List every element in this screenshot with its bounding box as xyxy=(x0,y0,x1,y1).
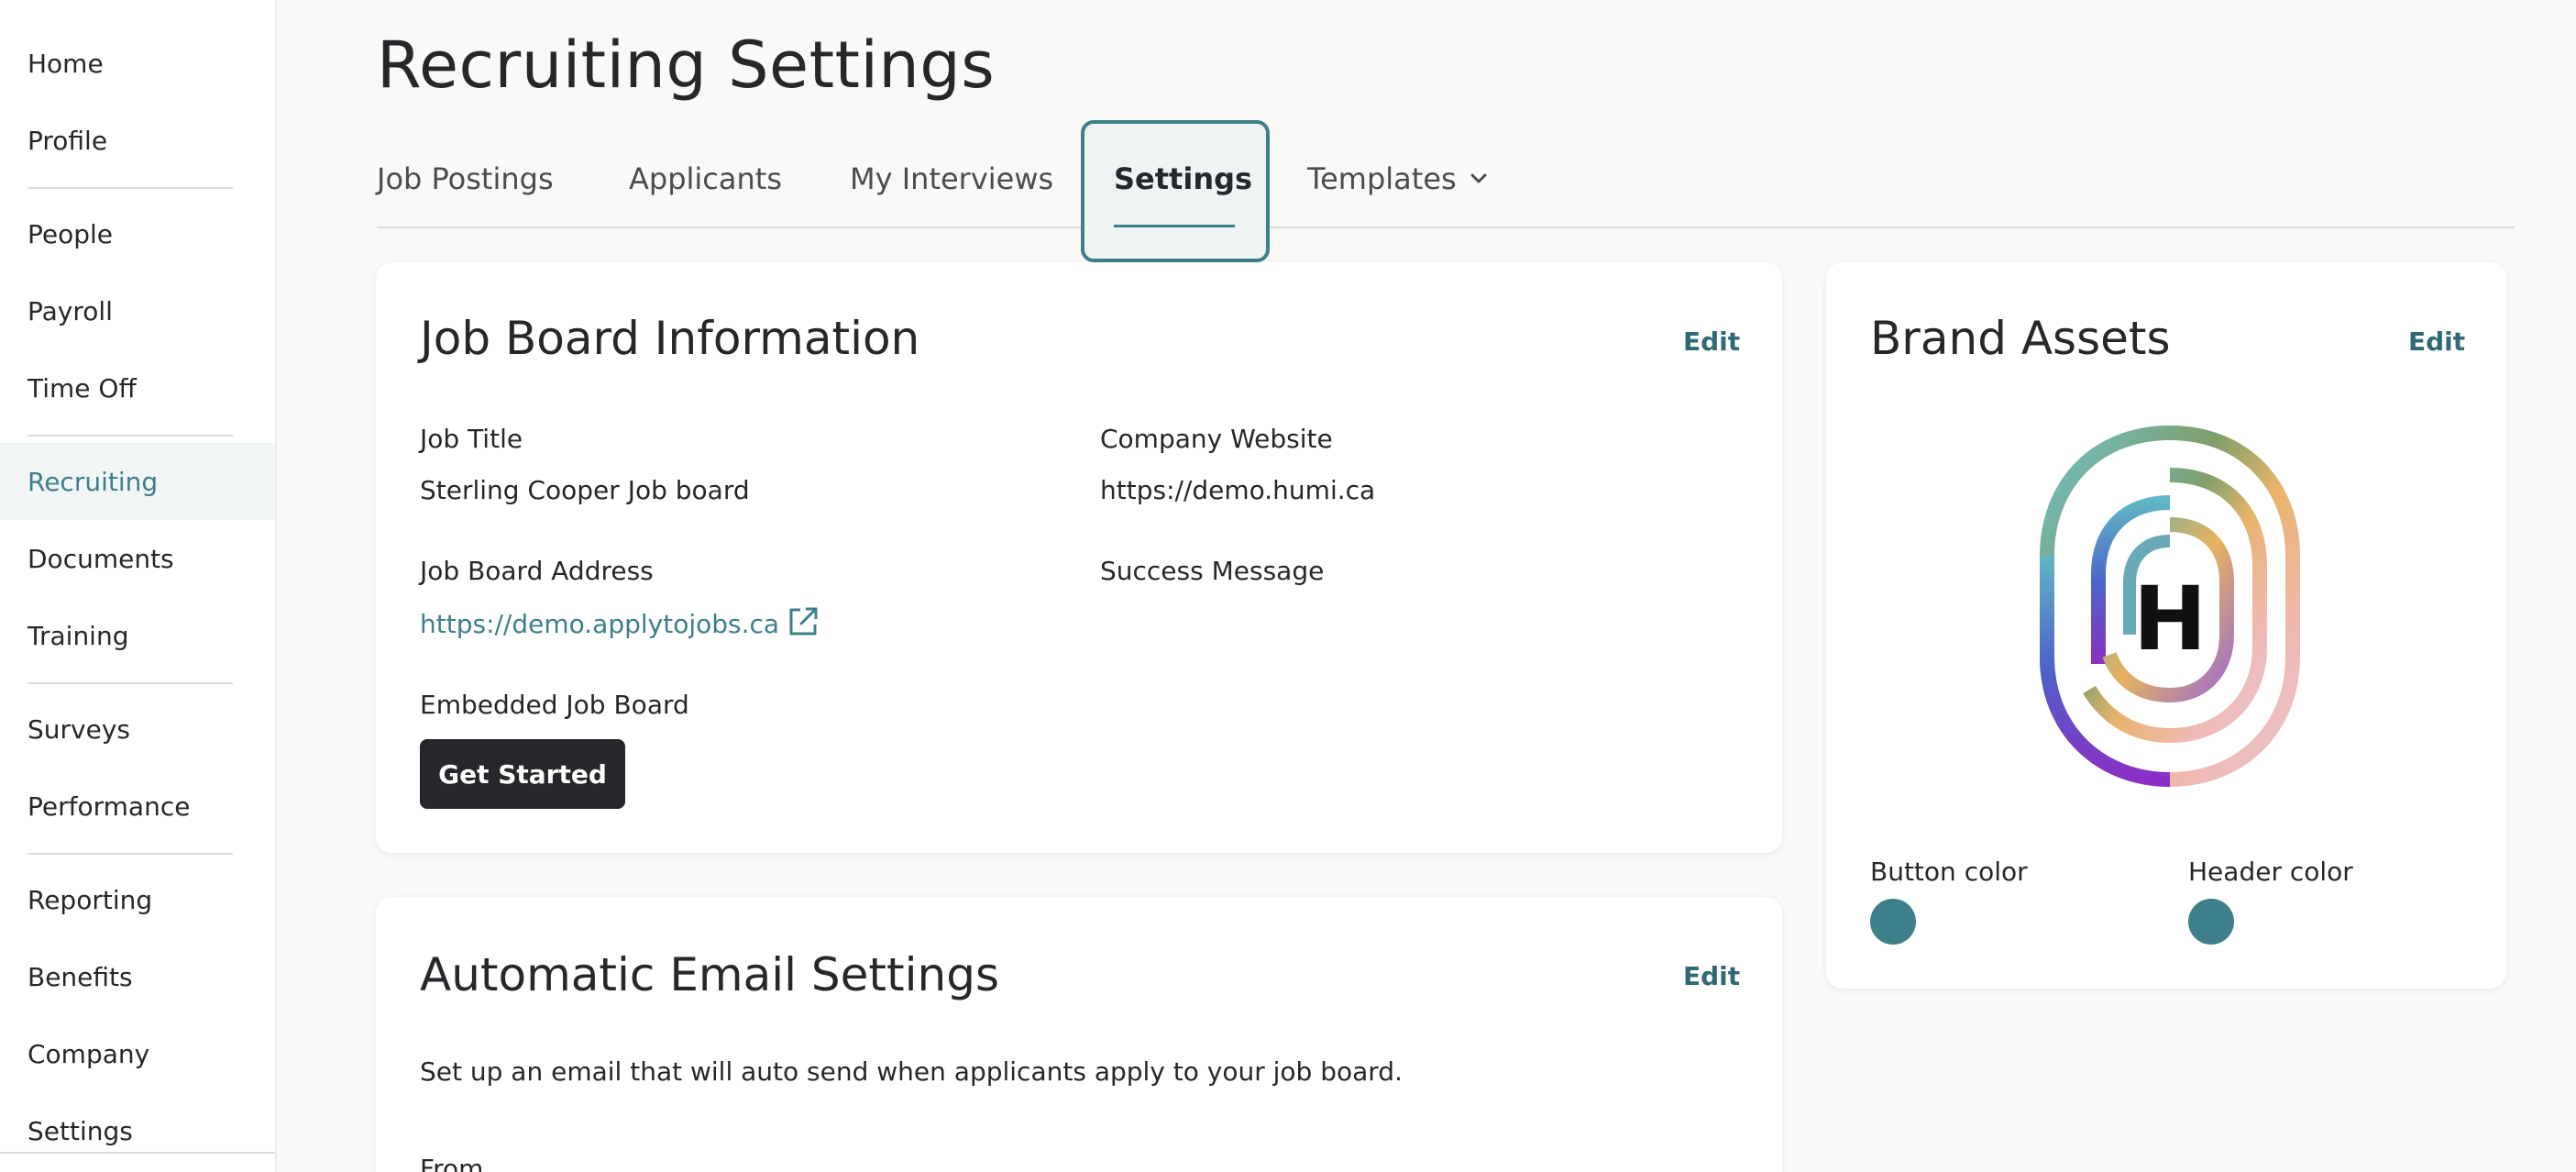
auto-email-edit-button[interactable]: Edit xyxy=(1683,961,1740,991)
auto-email-title: Automatic Email Settings xyxy=(420,948,1000,1001)
success-message-label: Success Message xyxy=(1100,556,1325,586)
tab-templates-label: Templates xyxy=(1307,161,1457,196)
sidebar-item-people[interactable]: People xyxy=(0,195,275,272)
job-board-address-link[interactable]: https://demo.applytojobs.ca xyxy=(420,609,779,639)
sidebar-item-company[interactable]: Company xyxy=(0,1015,275,1092)
tab-my-interviews[interactable]: My Interviews xyxy=(850,147,1053,211)
page-title: Recruiting Settings xyxy=(377,28,996,103)
sidebar-item-documents[interactable]: Documents xyxy=(0,520,275,597)
job-title-value: Sterling Cooper Job board xyxy=(420,475,750,505)
company-logo: H xyxy=(2032,418,2307,794)
sidebar-item-home[interactable]: Home xyxy=(0,25,275,102)
brand-assets-edit-button[interactable]: Edit xyxy=(2408,326,2465,357)
tab-active-underline xyxy=(1114,225,1235,227)
tab-job-postings[interactable]: Job Postings xyxy=(377,147,554,211)
sidebar-divider xyxy=(28,853,233,855)
embedded-job-board-label: Embedded Job Board xyxy=(420,690,689,720)
auto-email-description: Set up an email that will auto send when… xyxy=(420,1056,1403,1087)
company-website-value: https://demo.humi.ca xyxy=(1100,475,1376,505)
sidebar-item-recruiting[interactable]: Recruiting xyxy=(0,443,275,520)
job-board-address-label: Job Board Address xyxy=(420,556,654,586)
button-color-swatch xyxy=(1870,899,1916,945)
job-title-label: Job Title xyxy=(420,424,523,454)
brand-assets-title: Brand Assets xyxy=(1870,312,2171,365)
chevron-down-icon xyxy=(1470,168,1488,191)
sidebar-item-training[interactable]: Training xyxy=(0,597,275,674)
sidebar-item-benefits[interactable]: Benefits xyxy=(0,938,275,1015)
sidebar-divider xyxy=(28,187,233,189)
job-board-title: Job Board Information xyxy=(420,312,920,365)
tab-settings[interactable]: Settings xyxy=(1114,147,1252,211)
job-board-card: Job Board Information Edit Job Title Ste… xyxy=(376,262,1782,853)
logo-letter: H xyxy=(2133,568,2207,670)
auto-email-card: Automatic Email Settings Edit Set up an … xyxy=(376,897,1782,1172)
get-started-button[interactable]: Get Started xyxy=(420,739,625,809)
sidebar-item-settings[interactable]: Settings xyxy=(0,1092,275,1169)
external-link-icon[interactable] xyxy=(787,605,820,642)
sidebar-item-time-off[interactable]: Time Off xyxy=(0,349,275,426)
sidebar-divider xyxy=(28,682,233,684)
sidebar-divider xyxy=(28,435,233,437)
tab-applicants[interactable]: Applicants xyxy=(629,147,782,211)
button-color-label: Button color xyxy=(1870,857,2028,887)
brand-assets-card: Brand Assets Edit H Button color Header … xyxy=(1826,262,2506,989)
job-board-edit-button[interactable]: Edit xyxy=(1683,326,1740,357)
company-website-label: Company Website xyxy=(1100,424,1333,454)
sidebar-item-surveys[interactable]: Surveys xyxy=(0,691,275,768)
sidebar-item-profile[interactable]: Profile xyxy=(0,102,275,179)
sidebar-item-performance[interactable]: Performance xyxy=(0,768,275,845)
sidebar: Home Profile People Payroll Time Off Rec… xyxy=(0,0,277,1172)
sidebar-divider xyxy=(0,1152,275,1154)
sidebar-item-reporting[interactable]: Reporting xyxy=(0,861,275,938)
from-label: From xyxy=(420,1154,484,1172)
sidebar-item-payroll[interactable]: Payroll xyxy=(0,272,275,349)
header-color-label: Header color xyxy=(2188,857,2353,887)
tabs-divider xyxy=(377,227,2515,228)
header-color-swatch xyxy=(2188,899,2234,945)
tab-templates[interactable]: Templates xyxy=(1307,147,1488,211)
